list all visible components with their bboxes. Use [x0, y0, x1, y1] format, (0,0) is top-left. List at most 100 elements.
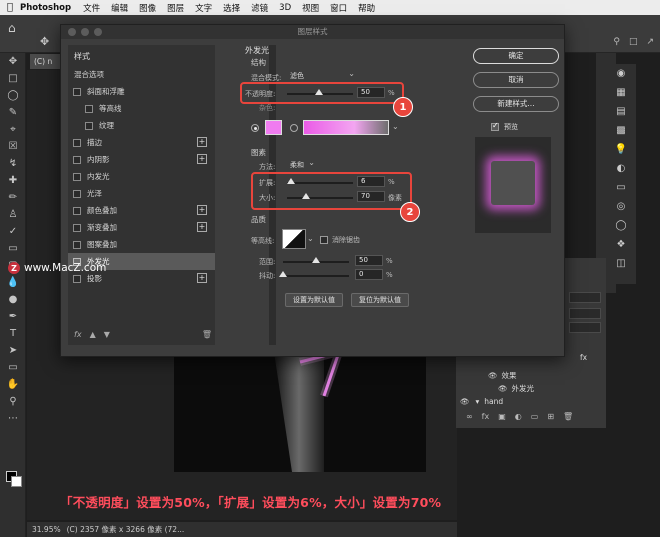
- glow-gradient-picker[interactable]: [303, 120, 389, 135]
- checkbox[interactable]: [73, 87, 81, 96]
- style-item-bevel-emboss[interactable]: 斜面和浮雕: [68, 83, 215, 100]
- path-select-icon[interactable]: ➤: [0, 342, 26, 359]
- solid-color-radio[interactable]: [251, 124, 259, 132]
- dodge-icon[interactable]: ●: [0, 291, 26, 308]
- healing-icon[interactable]: ✚: [0, 172, 26, 189]
- search-icon[interactable]: ⚲: [613, 37, 620, 47]
- adjustments-panel-icon[interactable]: ◐: [606, 159, 636, 178]
- gradient-radio[interactable]: [290, 124, 298, 132]
- menu-edit[interactable]: 编辑: [111, 2, 128, 14]
- move-down-icon[interactable]: ▼: [104, 330, 110, 339]
- trash-icon[interactable]: 🗑: [202, 330, 212, 339]
- menu-3d[interactable]: 3D: [279, 3, 291, 13]
- mask-icon[interactable]: ▣: [498, 412, 506, 421]
- layer-effects-row[interactable]: 👁 效果: [488, 368, 517, 382]
- menu-layer[interactable]: 图层: [167, 2, 184, 14]
- style-item-gradient-overlay[interactable]: 渐变叠加 +: [68, 219, 215, 236]
- history-brush-icon[interactable]: ✓: [0, 223, 26, 240]
- style-item-satin[interactable]: 光泽: [68, 185, 215, 202]
- menu-view[interactable]: 视图: [302, 2, 319, 14]
- zoom-level[interactable]: 31.95%: [32, 525, 61, 534]
- move-icon[interactable]: ✥: [0, 53, 26, 70]
- fx-menu-icon[interactable]: fx: [74, 330, 82, 339]
- style-item-stroke[interactable]: 描边 +: [68, 134, 215, 151]
- crop-icon[interactable]: ⌖: [0, 121, 26, 138]
- apple-icon[interactable]: : [0, 2, 20, 13]
- eye-icon[interactable]: 👁: [498, 384, 508, 393]
- jitter-input[interactable]: 0: [355, 269, 383, 280]
- preview-checkbox[interactable]: [491, 121, 499, 131]
- menu-image[interactable]: 图像: [139, 2, 156, 14]
- zoom-icon[interactable]: [94, 28, 102, 36]
- checkbox[interactable]: [85, 121, 93, 130]
- brush-icon[interactable]: ✏: [0, 189, 26, 206]
- pen-icon[interactable]: ✒: [0, 308, 26, 325]
- background-color[interactable]: [11, 476, 22, 487]
- marquee-icon[interactable]: □: [0, 70, 26, 87]
- layers-panel-icon[interactable]: ◫: [606, 254, 636, 273]
- close-icon[interactable]: [68, 28, 76, 36]
- checkbox[interactable]: [73, 138, 81, 147]
- new-layer-icon[interactable]: ⊞: [547, 412, 554, 421]
- fx-icon[interactable]: fx: [482, 412, 490, 421]
- cancel-button[interactable]: 取消: [473, 72, 559, 88]
- paths-panel-icon[interactable]: ❖: [606, 235, 636, 254]
- style-item-inner-shadow[interactable]: 内阴影 +: [68, 151, 215, 168]
- checkbox[interactable]: [73, 240, 81, 249]
- type-icon[interactable]: T: [0, 325, 26, 342]
- checkbox[interactable]: [73, 155, 81, 164]
- color-panel-icon[interactable]: ◉: [606, 64, 636, 83]
- ok-button[interactable]: 确定: [473, 48, 559, 64]
- range-input[interactable]: 50: [355, 255, 383, 266]
- trash-icon[interactable]: 🗑: [563, 412, 573, 421]
- jitter-slider[interactable]: [283, 275, 349, 277]
- dialog-titlebar[interactable]: 图层样式: [61, 25, 564, 39]
- checkbox[interactable]: [73, 223, 81, 232]
- adjust-icon[interactable]: ◐: [515, 412, 522, 421]
- minimize-icon[interactable]: [81, 28, 89, 36]
- blur-icon[interactable]: 💧: [0, 274, 26, 291]
- menu-help[interactable]: 帮助: [358, 2, 375, 14]
- antialias-checkbox[interactable]: [320, 236, 328, 244]
- shape-icon[interactable]: ▭: [0, 359, 26, 376]
- menu-filter[interactable]: 滤镜: [251, 2, 268, 14]
- workspace-icon[interactable]: □: [629, 37, 638, 47]
- style-item-contour[interactable]: 等高线: [68, 100, 215, 117]
- stamp-icon[interactable]: ♙: [0, 206, 26, 223]
- layers-fill-field[interactable]: [569, 308, 601, 319]
- method-select[interactable]: 柔和: [287, 157, 317, 171]
- move-tool-icon[interactable]: ✥: [40, 35, 49, 48]
- eraser-icon[interactable]: ▭: [0, 240, 26, 257]
- add-icon[interactable]: +: [197, 137, 207, 147]
- jitter-slider-knob[interactable]: [279, 271, 287, 277]
- home-icon[interactable]: ⌂: [8, 21, 24, 35]
- layer-hand-row[interactable]: 👁 ▾ hand: [460, 394, 503, 408]
- layers-opacity-field[interactable]: [569, 292, 601, 303]
- menu-window[interactable]: 窗口: [330, 2, 347, 14]
- contour-picker[interactable]: [282, 229, 306, 249]
- glow-color-swatch[interactable]: [265, 120, 282, 135]
- style-item-texture[interactable]: 纹理: [68, 117, 215, 134]
- menu-type[interactable]: 文字: [195, 2, 212, 14]
- eye-icon[interactable]: 👁: [488, 371, 498, 380]
- lasso-icon[interactable]: ◯: [0, 87, 26, 104]
- link-icon[interactable]: ∞: [466, 412, 473, 421]
- more-tools-icon[interactable]: ⋯: [0, 410, 26, 427]
- menu-select[interactable]: 选择: [223, 2, 240, 14]
- zoom-icon[interactable]: ⚲: [0, 393, 26, 410]
- contour-dropdown-icon[interactable]: ⌄: [307, 234, 314, 243]
- canvas-image[interactable]: [174, 352, 426, 472]
- checkbox[interactable]: [73, 206, 81, 215]
- menu-file[interactable]: 文件: [83, 2, 100, 14]
- gradient-dropdown-icon[interactable]: ⌄: [392, 122, 399, 131]
- properties-panel-icon[interactable]: ◎: [606, 197, 636, 216]
- swatches-panel-icon[interactable]: ▦: [606, 83, 636, 102]
- add-icon[interactable]: +: [197, 205, 207, 215]
- checkbox[interactable]: [73, 189, 81, 198]
- eye-icon[interactable]: 👁: [460, 397, 470, 406]
- add-icon[interactable]: +: [197, 154, 207, 164]
- move-up-icon[interactable]: ▲: [90, 330, 96, 339]
- menu-app-name[interactable]: Photoshop: [20, 3, 71, 13]
- set-default-button[interactable]: 设置为默认值: [285, 293, 343, 307]
- gradient-panel-icon[interactable]: ▤: [606, 102, 636, 121]
